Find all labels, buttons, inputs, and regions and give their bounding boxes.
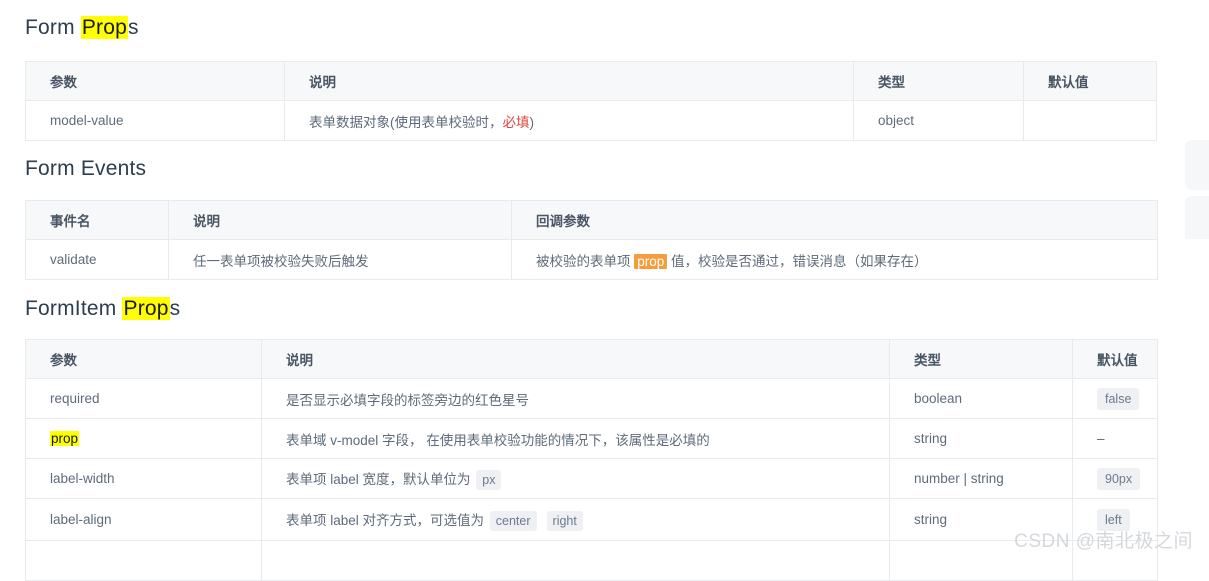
cell-desc: 表单项 label 对齐方式，可选值为 center right (261, 498, 890, 541)
cell-param: required (25, 378, 262, 419)
column-header-desc: 说明 (261, 339, 890, 379)
cell-desc (261, 540, 890, 581)
callback-suffix: 值，校验是否通过，错误消息（如果存在） (667, 253, 928, 269)
cell-desc: 表单数据对象(使用表单校验时，必填) (284, 100, 854, 141)
cell-desc: 任一表单项被校验失败后触发 (168, 239, 512, 280)
desc-text: 表单项 label 对齐方式，可选值为 (286, 512, 488, 528)
column-header-param: 参数 (25, 339, 262, 379)
cell-param: label-align (25, 498, 262, 541)
cell-type (889, 540, 1073, 581)
column-header-default: 默认值 (1023, 61, 1157, 101)
cell-param (25, 540, 262, 581)
table-header-row: 参数 说明 类型 默认值 (25, 339, 1158, 379)
page-title-form-events: Form Events (25, 157, 146, 181)
column-header-type: 类型 (889, 339, 1073, 379)
cell-type: number | string (889, 458, 1073, 499)
cell-callback-params: 被校验的表单项 prop 值，校验是否通过，错误消息（如果存在） (511, 239, 1158, 280)
desc-suffix: ) (529, 114, 535, 130)
page-title-form-props: Form Props (25, 16, 139, 40)
cell-desc: 是否显示必填字段的标签旁边的红色星号 (261, 378, 890, 419)
cell-desc: 表单项 label 宽度，默认单位为 px (261, 458, 890, 499)
cell-default: false (1072, 378, 1158, 419)
cell-default: left (1072, 498, 1158, 541)
desc-prefix: 表单数据对象(使用表单校验时， (309, 114, 503, 130)
cell-default: 90px (1072, 458, 1158, 499)
heading-suffix-formitem-props: s (169, 297, 181, 320)
default-value-badge: 90px (1097, 467, 1141, 490)
cell-type: object (853, 100, 1024, 141)
cell-param: prop (25, 418, 262, 459)
callback-prefix: 被校验的表单项 (536, 253, 635, 269)
cell-type: string (889, 498, 1073, 541)
heading-highlight-form-props: Prop (80, 16, 128, 39)
heading-prefix-formitem-props: FormItem (25, 297, 123, 320)
table-row: label-align 表单项 label 对齐方式，可选值为 center ri… (25, 498, 1158, 541)
table-form-events: 事件名 说明 回调参数 validate 任一表单项被校验失败后触发 被校验的表… (25, 200, 1158, 280)
desc-code-center: center (489, 510, 537, 531)
column-header-desc: 说明 (284, 61, 854, 101)
column-header-param: 参数 (25, 61, 285, 101)
default-value-badge: left (1097, 508, 1130, 531)
desc-code-px: px (476, 469, 502, 490)
side-panel-card-top[interactable] (1185, 140, 1209, 190)
param-highlight-prop: prop (50, 431, 80, 446)
page-title-formitem-props: FormItem Props (25, 297, 180, 321)
heading-prefix-form-props: Form (25, 16, 81, 39)
column-header-event-name: 事件名 (25, 200, 169, 240)
column-header-desc: 说明 (168, 200, 512, 240)
table-header-row: 事件名 说明 回调参数 (25, 200, 1158, 240)
documentation-page: Form Props 参数 说明 类型 默认值 model-value 表单数据… (0, 0, 1209, 581)
table-row: prop 表单域 v-model 字段， 在使用表单校验功能的情况下，该属性是必… (25, 418, 1158, 459)
table-row: model-value 表单数据对象(使用表单校验时，必填) object (25, 100, 1157, 141)
default-value-badge: false (1097, 387, 1140, 410)
cell-type: string (889, 418, 1073, 459)
cell-param: model-value (25, 100, 285, 141)
cell-default: – (1072, 418, 1158, 459)
column-header-default: 默认值 (1072, 339, 1158, 379)
callback-highlight-prop: prop (634, 253, 668, 269)
column-header-callback-params: 回调参数 (511, 200, 1158, 240)
desc-text: 表单项 label 宽度，默认单位为 (286, 471, 475, 487)
cell-param: label-width (25, 458, 262, 499)
right-side-panel (1170, 0, 1209, 559)
table-row: validate 任一表单项被校验失败后触发 被校验的表单项 prop 值，校验… (25, 239, 1158, 280)
cell-desc: 表单域 v-model 字段， 在使用表单校验功能的情况下，该属性是必填的 (261, 418, 890, 459)
cell-default (1072, 540, 1158, 581)
cell-type: boolean (889, 378, 1073, 419)
table-row-partial (25, 540, 1158, 581)
heading-prefix-form-events: Form Events (25, 157, 147, 180)
desc-code-right: right (546, 510, 583, 531)
cell-event-name: validate (25, 239, 169, 280)
table-form-props: 参数 说明 类型 默认值 model-value 表单数据对象(使用表单校验时，… (25, 61, 1157, 141)
table-header-row: 参数 说明 类型 默认值 (25, 61, 1157, 101)
heading-suffix-form-props: s (128, 16, 139, 39)
table-row: required 是否显示必填字段的标签旁边的红色星号 boolean fals… (25, 378, 1158, 419)
cell-default (1023, 100, 1157, 141)
table-row: label-width 表单项 label 宽度，默认单位为 px number… (25, 458, 1158, 499)
column-header-type: 类型 (853, 61, 1024, 101)
desc-required-marker: 必填 (502, 114, 530, 130)
heading-highlight-formitem-props: Prop (122, 297, 170, 320)
table-formitem-props: 参数 说明 类型 默认值 required 是否显示必填字段的标签旁边的红色星号… (25, 339, 1158, 581)
side-panel-card-bottom[interactable] (1185, 196, 1209, 239)
